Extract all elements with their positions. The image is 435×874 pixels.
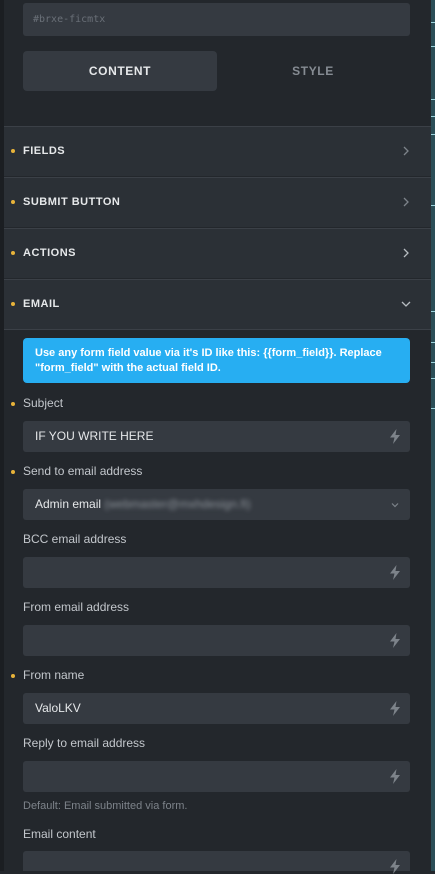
bolt-icon[interactable] — [389, 633, 401, 648]
section-fields[interactable]: FIELDS — [4, 126, 431, 176]
bolt-icon[interactable] — [389, 429, 401, 444]
bolt-icon[interactable] — [389, 701, 401, 716]
send-to-label: Send to email address — [11, 464, 143, 478]
canvas-edge — [431, 0, 435, 871]
from-name-field[interactable]: ValoLKV — [23, 693, 410, 724]
bcc-field[interactable] — [23, 557, 410, 588]
send-to-value-detail: (webmaster@mxhdesign.fi) — [104, 497, 251, 511]
subject-label-text: Subject — [23, 396, 64, 410]
bolt-icon[interactable] — [389, 769, 401, 784]
required-dot — [11, 200, 15, 204]
section-email[interactable]: EMAIL — [4, 279, 431, 330]
bolt-icon[interactable] — [389, 859, 401, 874]
subject-field[interactable]: IF YOU WRITE HERE — [23, 421, 410, 452]
section-submit-button[interactable]: SUBMIT BUTTON — [4, 177, 431, 227]
element-id-input[interactable]: #brxe-ficmtx — [23, 3, 410, 36]
tab-style[interactable]: STYLE — [216, 51, 410, 91]
from-email-label: From email address — [23, 600, 130, 614]
required-dot — [11, 251, 15, 255]
bcc-label: BCC email address — [23, 532, 127, 546]
subject-label: Subject — [11, 396, 64, 410]
send-to-value: Admin email (webmaster@mxhdesign.fi) — [35, 489, 251, 520]
section-label: EMAIL — [23, 298, 60, 310]
required-dot — [11, 470, 15, 474]
bolt-icon[interactable] — [389, 565, 401, 580]
email-content-field[interactable] — [23, 851, 410, 874]
chevron-right-icon — [403, 146, 409, 156]
send-to-select[interactable]: Admin email (webmaster@mxhdesign.fi) — [23, 489, 410, 520]
from-name-value: ValoLKV — [35, 701, 81, 715]
reply-to-label: Reply to email address — [23, 736, 146, 750]
element-settings-panel: #brxe-ficmtx CONTENT STYLE FIELDS SUBMIT… — [4, 0, 431, 874]
chevron-right-icon — [403, 197, 409, 207]
email-content-label: Email content — [23, 827, 96, 841]
required-dot — [11, 674, 15, 678]
chevron-down-icon — [391, 503, 399, 508]
required-dot — [11, 302, 15, 306]
send-to-label-text: Send to email address — [23, 464, 143, 478]
from-name-label: From name — [11, 668, 85, 682]
subject-value: IF YOU WRITE HERE — [35, 429, 154, 443]
info-notice: Use any form field value via it's ID lik… — [23, 338, 410, 383]
chevron-down-icon — [401, 301, 411, 307]
section-actions[interactable]: ACTIONS — [4, 228, 431, 278]
from-email-field[interactable] — [23, 625, 410, 656]
tab-content[interactable]: CONTENT — [23, 51, 217, 91]
from-name-label-text: From name — [23, 668, 85, 682]
required-dot — [11, 402, 15, 406]
required-dot — [11, 149, 15, 153]
section-label: SUBMIT BUTTON — [23, 196, 121, 208]
section-label: ACTIONS — [23, 247, 76, 259]
send-to-value-text: Admin email — [35, 497, 102, 511]
reply-to-hint: Default: Email submitted via form. — [23, 800, 188, 812]
reply-to-field[interactable] — [23, 761, 410, 792]
section-label: FIELDS — [23, 145, 66, 157]
chevron-right-icon — [403, 248, 409, 258]
